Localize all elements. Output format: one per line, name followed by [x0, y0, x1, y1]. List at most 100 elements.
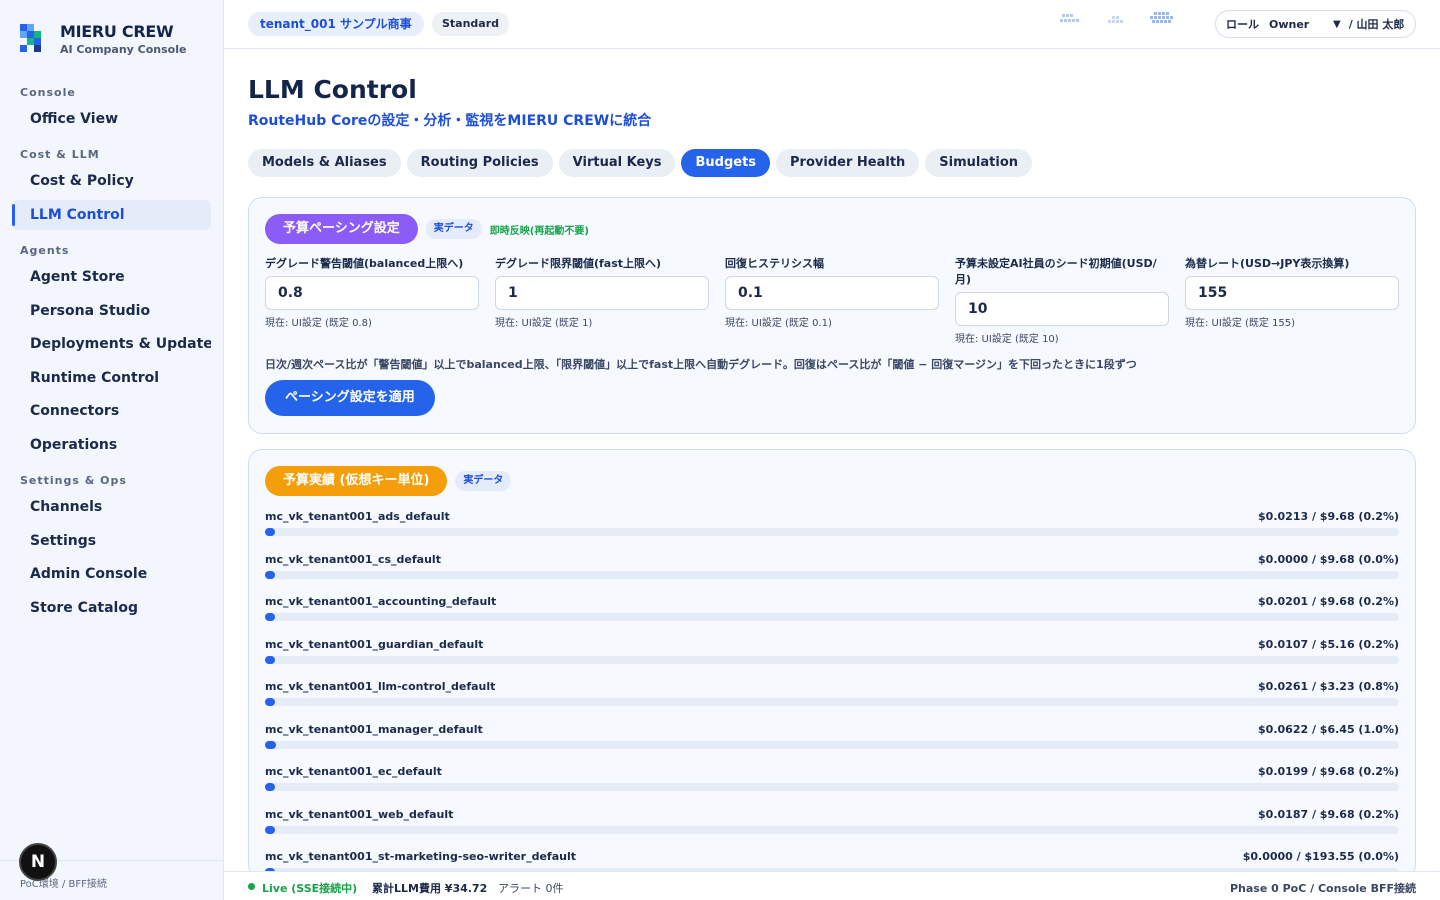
brand-subtitle: AI Company Console: [60, 43, 187, 56]
page-subtitle: RouteHub Coreの設定・分析・監視をMIERU CREWに統合: [248, 113, 652, 129]
virtual-key-name: mc_vk_tenant001_guardian_default: [265, 637, 484, 651]
field-label: デグレード警告閾値(balanced上限へ): [265, 257, 464, 270]
tenant-pill[interactable]: tenant_001 サンプル商事: [248, 12, 424, 36]
limit-threshold-field: デグレード限界閾値(fast上限へ) 1 現在: UI設定 (既定 1): [495, 256, 709, 329]
budget-progress-bar: [265, 783, 1399, 791]
desk-icon[interactable]: [1106, 12, 1126, 27]
budget-progress-bar: [265, 698, 1399, 706]
virtual-key-name: mc_vk_tenant001_cs_default: [265, 552, 441, 566]
budget-actuals-title: 予算実績 (仮想キー単位): [265, 466, 448, 496]
virtual-key-name: mc_vk_tenant001_llm-control_default: [265, 680, 496, 693]
status-bar: Live (SSE接続中) 累計LLM費用 ¥34.72 アラート 0件 Pha…: [224, 871, 1440, 900]
budget-usage-value: $0.0201 / $9.68 (0.2%): [1258, 595, 1399, 608]
field-note: 現在: UI設定 (既定 1): [495, 318, 593, 329]
real-data-badge: 実データ: [425, 219, 482, 239]
role-select[interactable]: Owner: [1269, 18, 1333, 31]
tab-provider-health[interactable]: Provider Health: [776, 149, 920, 177]
sidebar-item-deployments[interactable]: Deployments & Updates: [12, 329, 211, 359]
sidebar-item-runtime-control[interactable]: Runtime Control: [12, 363, 211, 393]
budget-row: mc_vk_tenant001_accounting_default $0.020…: [265, 595, 1399, 633]
alert-count[interactable]: アラート 0件: [498, 880, 564, 896]
pacing-settings-card: 予算ペーシング設定 実データ 即時反映(再起動不要) デグレード警告閾値(bal…: [248, 197, 1416, 434]
budget-progress-fill: [265, 613, 275, 621]
limit-threshold-input[interactable]: 1: [495, 276, 709, 310]
budget-usage-value: $0.0261 / $3.23 (0.8%): [1258, 680, 1399, 693]
warn-threshold-input[interactable]: 0.8: [265, 276, 479, 310]
sidebar-item-operations[interactable]: Operations: [12, 430, 211, 460]
tab-virtual-keys[interactable]: Virtual Keys: [558, 149, 676, 177]
budget-progress-bar: [265, 655, 1399, 664]
live-status: Live (SSE接続中): [262, 882, 358, 895]
tab-budgets[interactable]: Budgets: [681, 149, 771, 177]
virtual-key-name: mc_vk_tenant001_accounting_default: [265, 595, 497, 608]
budget-row: mc_vk_tenant001_manager_default $0.0622 /…: [265, 723, 1399, 761]
budget-progress-fill: [265, 528, 275, 536]
budget-row: mc_vk_tenant001_ads_default $0.0213 / $9.…: [265, 510, 1399, 548]
main-content: LLM Control RouteHub Coreの設定・分析・監視をMIERU…: [224, 49, 1440, 871]
role-selector[interactable]: ロール Owner ▼ / 山田 太郎: [1215, 10, 1416, 38]
field-label: 回復ヒステリシス幅: [725, 257, 824, 270]
sidebar-item-store-catalog[interactable]: Store Catalog: [12, 593, 211, 623]
budget-progress-bar: [265, 825, 1399, 834]
sidebar-item-persona-studio[interactable]: Persona Studio: [12, 296, 211, 326]
nav-section-console: Console: [20, 86, 76, 99]
building-icon[interactable]: [1150, 12, 1176, 27]
budget-progress-fill: [265, 825, 275, 834]
budget-progress-fill: [265, 698, 275, 706]
seed-budget-field: 予算未設定AI社員のシード初期値(USD/月) 10 現在: UI設定 (既定 …: [955, 256, 1169, 345]
field-label: 為替レート(USD→JPY表示換算): [1185, 257, 1350, 270]
budget-progress-fill: [265, 740, 277, 749]
seed-budget-input[interactable]: 10: [955, 292, 1169, 326]
virtual-key-name: mc_vk_tenant001_ads_default: [265, 510, 450, 523]
sidebar-item-llm-control[interactable]: LLM Control: [12, 200, 211, 230]
virtual-key-name: mc_vk_tenant001_st-marketing-seo-writer_…: [265, 850, 576, 863]
hysteresis-field: 回復ヒステリシス幅 0.1 現在: UI設定 (既定 0.1): [725, 256, 939, 329]
budget-row: mc_vk_tenant001_ec_default $0.0199 / $9.6…: [265, 765, 1399, 803]
sidebar-item-connectors[interactable]: Connectors: [12, 396, 211, 426]
phase-label: Phase 0 PoC / Console BFF接続: [1229, 882, 1416, 895]
total-llm-cost: 累計LLM費用 ¥34.72: [372, 882, 488, 895]
virtual-key-name: mc_vk_tenant001_manager_default: [265, 722, 483, 736]
budget-progress-fill: [265, 655, 275, 664]
office-icon[interactable]: [1060, 12, 1082, 27]
field-note: 現在: UI設定 (既定 0.1): [725, 318, 832, 329]
virtual-key-name: mc_vk_tenant001_web_default: [265, 807, 454, 821]
hysteresis-input[interactable]: 0.1: [725, 276, 939, 310]
budget-usage-value: $0.0000 / $9.68 (0.0%): [1258, 552, 1399, 566]
topbar: tenant_001 サンプル商事 Standard ロール Owner ▼ /…: [224, 0, 1440, 49]
budget-row: mc_vk_tenant001_st-marketing-seo-writer_…: [265, 850, 1399, 871]
budget-row: mc_vk_tenant001_web_default $0.0187 / $9.…: [265, 808, 1399, 846]
sidebar-item-channels[interactable]: Channels: [12, 492, 211, 522]
chevron-down-icon[interactable]: ▼: [1333, 19, 1341, 30]
sidebar-item-agent-store[interactable]: Agent Store: [12, 262, 211, 292]
field-label: 予算未設定AI社員のシード初期値(USD/月): [955, 257, 1157, 286]
tab-routing-policies[interactable]: Routing Policies: [406, 149, 553, 177]
real-data-badge: 実データ: [455, 471, 512, 491]
budget-usage-value: $0.0622 / $6.45 (1.0%): [1258, 722, 1399, 736]
budget-usage-value: $0.0199 / $9.68 (0.2%): [1258, 765, 1399, 778]
user-name: / 山田 太郎: [1348, 18, 1405, 31]
brand[interactable]: MIERU CREW AI Company Console: [20, 22, 186, 56]
tab-models-aliases[interactable]: Models & Aliases: [248, 149, 401, 177]
role-label: ロール: [1226, 18, 1259, 31]
live-status-dot-icon: [248, 883, 255, 890]
sidebar-item-admin-console[interactable]: Admin Console: [12, 559, 211, 589]
sidebar-item-settings[interactable]: Settings: [12, 526, 211, 556]
nav-section-settings-ops: Settings & Ops: [20, 474, 127, 487]
budget-progress-bar: [265, 570, 1399, 579]
sidebar-item-cost-policy[interactable]: Cost & Policy: [12, 166, 211, 196]
dev-tools-badge[interactable]: N: [19, 843, 57, 881]
tab-bar: Models & Aliases Routing Policies Virtua…: [248, 149, 1033, 177]
sidebar-item-office-view[interactable]: Office View: [12, 104, 211, 134]
budget-row: mc_vk_tenant001_guardian_default $0.0107 …: [265, 638, 1399, 676]
field-note: 現在: UI設定 (既定 155): [1185, 318, 1296, 329]
field-note: 現在: UI設定 (既定 0.8): [265, 318, 372, 329]
nav-section-agents: Agents: [20, 244, 70, 257]
budget-usage-value: $0.0187 / $9.68 (0.2%): [1258, 807, 1399, 821]
budget-usage-value: $0.0000 / $193.55 (0.0%): [1242, 850, 1399, 863]
apply-pacing-button[interactable]: ペーシング設定を適用: [265, 380, 435, 416]
fx-rate-input[interactable]: 155: [1185, 276, 1399, 310]
budget-row: mc_vk_tenant001_cs_default $0.0000 / $9.6…: [265, 553, 1399, 591]
fx-rate-field: 為替レート(USD→JPY表示換算) 155 現在: UI設定 (既定 155): [1185, 256, 1399, 329]
tab-simulation[interactable]: Simulation: [925, 149, 1033, 177]
